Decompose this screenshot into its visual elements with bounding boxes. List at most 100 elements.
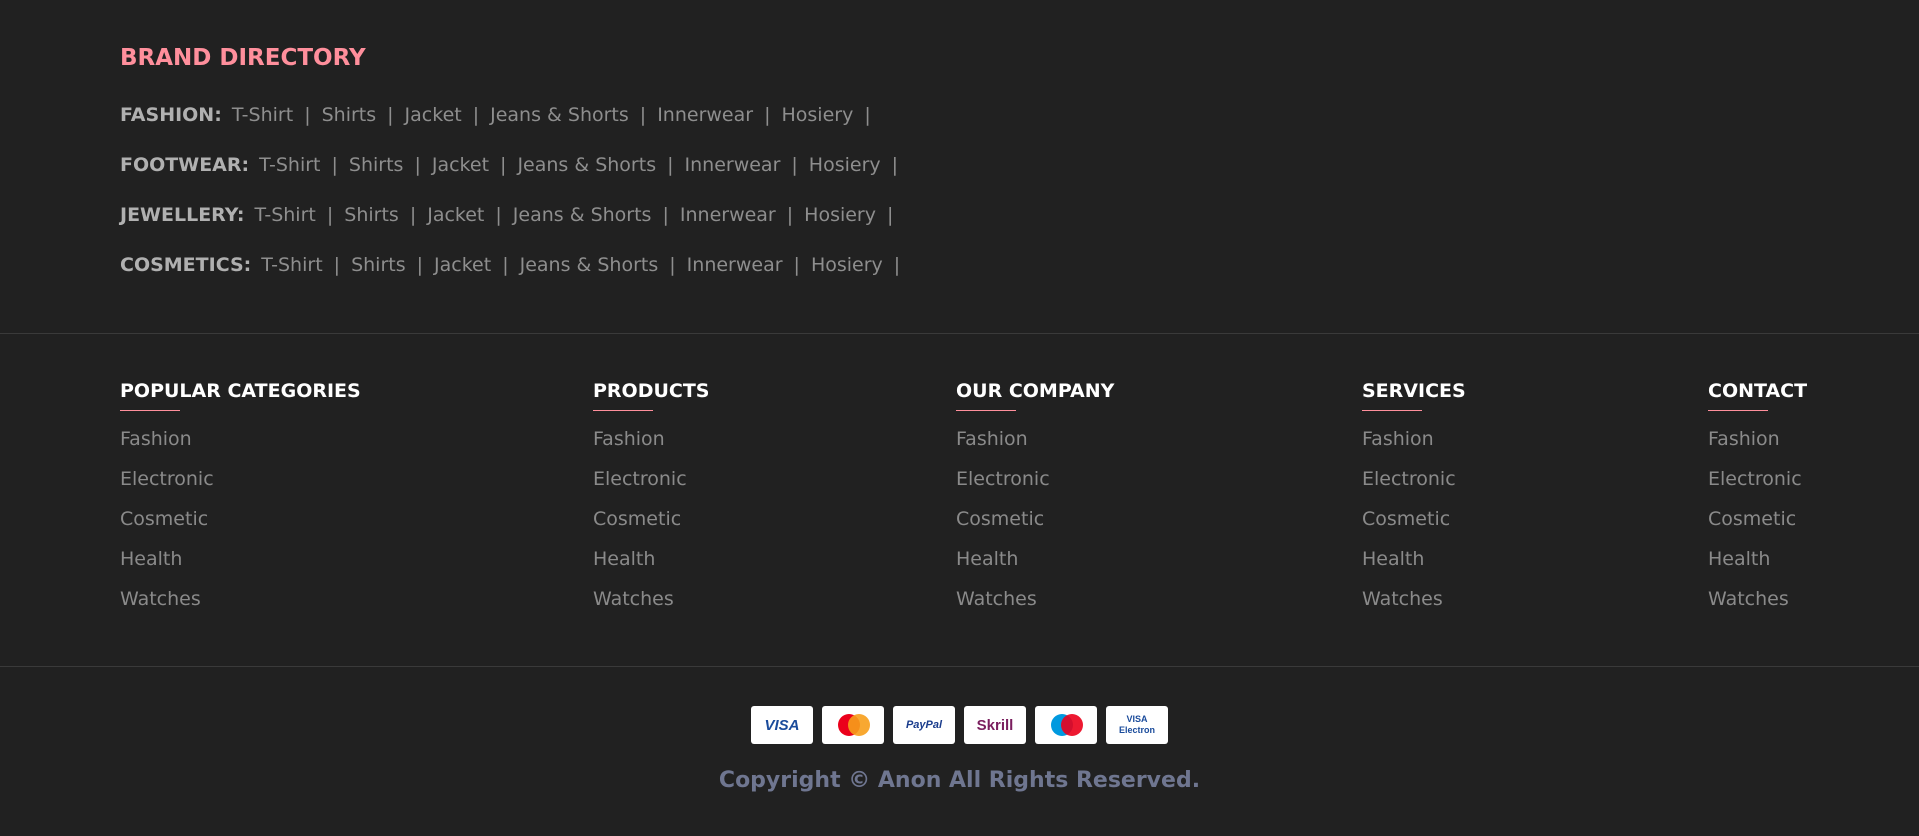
- separator: |: [409, 204, 417, 226]
- payment-methods: VISA PayPal Skrill VISA Electron: [751, 706, 1168, 744]
- brand-link[interactable]: Hosiery: [804, 204, 876, 226]
- footer-link[interactable]: Health: [1708, 539, 1807, 579]
- footer-link[interactable]: Electronic: [593, 459, 710, 499]
- brand-link[interactable]: Jacket: [432, 154, 489, 176]
- maestro-red-circle: [1061, 714, 1083, 736]
- maestro-icon: [1035, 706, 1097, 744]
- separator: |: [864, 104, 871, 126]
- title-underline: [956, 410, 1016, 411]
- brand-row-jewellery: JEWELLERY: T-Shirt | Shirts | Jacket | Jean…: [120, 190, 1820, 240]
- brand-link[interactable]: Jeans & Shorts: [490, 104, 629, 126]
- title-underline: [1362, 410, 1422, 411]
- footer-column-products: PRODUCTS Fashion Electronic Cosmetic Hea…: [593, 378, 710, 619]
- brand-link[interactable]: Innerwear: [657, 104, 753, 126]
- separator: |: [331, 154, 338, 176]
- brand-link[interactable]: T-Shirt: [259, 154, 320, 176]
- section-divider: [0, 333, 1919, 334]
- footer-link[interactable]: Cosmetic: [956, 499, 1114, 539]
- brand-link[interactable]: Innerwear: [687, 254, 783, 276]
- brand-link[interactable]: T-Shirt: [254, 204, 315, 226]
- mastercard-orange-circle: [848, 714, 870, 736]
- separator: |: [502, 254, 509, 276]
- footer-link[interactable]: Cosmetic: [593, 499, 710, 539]
- footer-link[interactable]: Cosmetic: [1362, 499, 1466, 539]
- brand-link[interactable]: Jeans & Shorts: [520, 254, 659, 276]
- brand-row-fashion: FASHION: T-Shirt | Shirts | Jacket | Jeans …: [120, 90, 1820, 140]
- footer-column-title: PRODUCTS: [593, 380, 710, 402]
- separator: |: [500, 154, 507, 176]
- separator: |: [662, 204, 669, 226]
- brand-link[interactable]: Shirts: [344, 204, 399, 226]
- brand-link[interactable]: T-Shirt: [232, 104, 293, 126]
- footer-link[interactable]: Health: [120, 539, 361, 579]
- separator: |: [414, 154, 421, 176]
- separator: |: [472, 104, 480, 126]
- mastercard-icon: [822, 706, 884, 744]
- visa-icon: VISA: [751, 706, 813, 744]
- brand-link[interactable]: Shirts: [322, 104, 377, 126]
- footer-link[interactable]: Fashion: [956, 419, 1114, 459]
- footer-link[interactable]: Health: [1362, 539, 1466, 579]
- footer-link[interactable]: Electronic: [120, 459, 361, 499]
- footer-column-title: OUR COMPANY: [956, 380, 1115, 402]
- footer-column-title: CONTACT: [1708, 380, 1808, 402]
- separator: |: [304, 104, 311, 126]
- skrill-icon: Skrill: [964, 706, 1026, 744]
- footer-link[interactable]: Watches: [1708, 579, 1807, 619]
- visa-electron-top: VISA: [1126, 714, 1148, 724]
- brand-link[interactable]: Jacket: [405, 104, 462, 126]
- footer-link[interactable]: Watches: [956, 579, 1114, 619]
- separator: |: [793, 254, 800, 276]
- visa-electron-bottom: Electron: [1118, 725, 1155, 735]
- footer-link[interactable]: Electronic: [1362, 459, 1466, 499]
- separator: |: [764, 104, 771, 126]
- brand-link[interactable]: Jacket: [427, 204, 484, 226]
- separator: |: [333, 254, 341, 276]
- footer-link[interactable]: Watches: [1362, 579, 1466, 619]
- brand-row-cosmetics: COSMETICS: T-Shirt | Shirts | Jacket | Jean…: [120, 240, 1820, 290]
- footer-column-popular-categories: POPULAR CATEGORIES Fashion Electronic Co…: [120, 378, 361, 619]
- separator: |: [669, 254, 676, 276]
- brand-link[interactable]: Shirts: [349, 154, 404, 176]
- separator: |: [887, 204, 894, 226]
- brand-row-label: JEWELLERY:: [120, 204, 245, 226]
- footer-link[interactable]: Fashion: [120, 419, 361, 459]
- separator: |: [891, 154, 899, 176]
- brand-link[interactable]: Innerwear: [685, 154, 781, 176]
- brand-directory: BRAND DIRECTORY FASHION: T-Shirt | Shirts…: [120, 42, 1820, 290]
- footer-link[interactable]: Fashion: [593, 419, 710, 459]
- separator: |: [387, 104, 394, 126]
- brand-link[interactable]: Hosiery: [781, 104, 853, 126]
- brand-link[interactable]: Innerwear: [680, 204, 776, 226]
- separator: |: [495, 204, 502, 226]
- footer-link[interactable]: Fashion: [1708, 419, 1807, 459]
- brand-link[interactable]: Hosiery: [811, 254, 883, 276]
- brand-link[interactable]: Shirts: [351, 254, 406, 276]
- brand-link[interactable]: Jeans & Shorts: [513, 204, 652, 226]
- brand-link[interactable]: Jeans & Shorts: [517, 154, 656, 176]
- footer-link[interactable]: Cosmetic: [120, 499, 361, 539]
- brand-link[interactable]: T-Shirt: [261, 254, 322, 276]
- separator: |: [786, 204, 794, 226]
- separator: |: [326, 204, 334, 226]
- footer-link[interactable]: Health: [956, 539, 1114, 579]
- separator: |: [791, 154, 798, 176]
- footer-link[interactable]: Cosmetic: [1708, 499, 1807, 539]
- footer-link[interactable]: Electronic: [956, 459, 1114, 499]
- footer-link[interactable]: Health: [593, 539, 710, 579]
- footer-link[interactable]: Electronic: [1708, 459, 1807, 499]
- footer-link[interactable]: Fashion: [1362, 419, 1466, 459]
- footer-link[interactable]: Watches: [120, 579, 361, 619]
- footer-column-services: SERVICES Fashion Electronic Cosmetic Hea…: [1362, 378, 1466, 619]
- brand-row-label: FOOTWEAR:: [120, 154, 250, 176]
- brand-link[interactable]: Hosiery: [809, 154, 881, 176]
- brand-row-label: FASHION:: [120, 104, 222, 126]
- footer-link[interactable]: Watches: [593, 579, 710, 619]
- brand-link[interactable]: Jacket: [434, 254, 491, 276]
- footer-column-contact: CONTACT Fashion Electronic Cosmetic Heal…: [1708, 378, 1807, 619]
- separator: |: [893, 254, 901, 276]
- brand-directory-title: BRAND DIRECTORY: [120, 45, 366, 71]
- brand-row-label: COSMETICS:: [120, 254, 252, 276]
- footer-column-title: POPULAR CATEGORIES: [120, 380, 361, 402]
- footer-column-our-company: OUR COMPANY Fashion Electronic Cosmetic …: [956, 378, 1114, 619]
